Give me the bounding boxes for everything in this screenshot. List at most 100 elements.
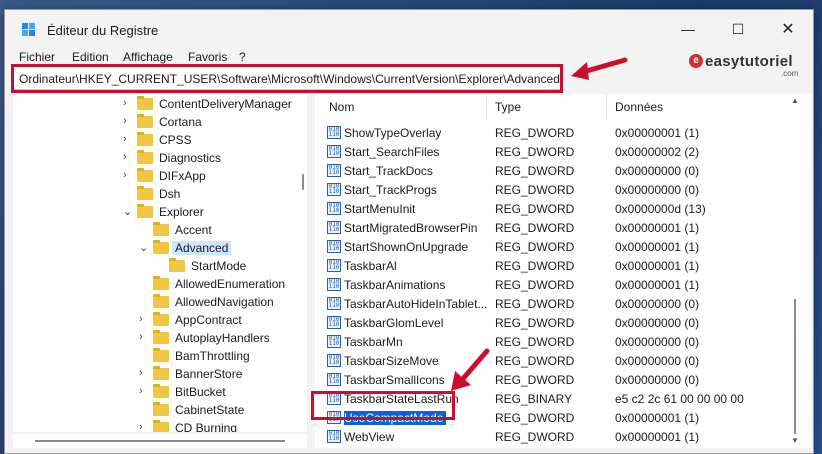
key-tree-pane[interactable]: › ContentDeliveryManager › Cortana › CPSS › Dia… — [13, 94, 307, 432]
regedit-app-icon — [22, 23, 36, 37]
reg-binary-icon: 010 110 — [327, 240, 341, 253]
logo-mark: e — [689, 54, 703, 68]
tree-item[interactable]: › ContentDeliveryManager — [13, 95, 307, 113]
tree-item[interactable]: AllowedNavigation — [13, 293, 307, 311]
menu-favoris[interactable]: Favoris — [188, 50, 227, 64]
chevron-down-icon[interactable]: ⌄ — [139, 241, 148, 254]
value-data: 0x00000001 (1) — [615, 240, 700, 254]
folder-icon — [153, 240, 169, 254]
value-row[interactable]: 010 110 StartMenuInit REG_DWORD 0x0000000d (… — [315, 199, 795, 218]
chevron-right-icon[interactable]: › — [139, 331, 143, 343]
value-row[interactable]: 010 110 TaskbarSizeMove REG_DWORD 0x00000000… — [315, 351, 795, 370]
tree-item[interactable]: › CPSS — [13, 131, 307, 149]
chevron-down-icon[interactable]: ⌄ — [123, 205, 132, 218]
tree-item[interactable]: › CD Burning — [13, 419, 307, 432]
tree-item[interactable]: › AutoplayHandlers — [13, 329, 307, 347]
value-row[interactable]: 010 110 WebView REG_DWORD 0x00000001 (1) — [315, 427, 795, 446]
tree-item-label: Accent — [175, 223, 212, 237]
value-row[interactable]: 010 110 StartMigratedBrowserPin REG_DWORD 0x… — [315, 218, 795, 237]
tree-item[interactable]: ⌄ Explorer — [13, 203, 307, 221]
value-data: 0x0000000d (13) — [615, 202, 706, 216]
tree-item-label: AllowedNavigation — [175, 295, 274, 309]
tree-item-label: StartMode — [191, 259, 247, 273]
value-type: REG_DWORD — [495, 430, 575, 444]
reg-binary-icon: 010 110 — [327, 202, 341, 215]
minimize-button[interactable]: — — [665, 10, 711, 48]
value-row[interactable]: 010 110 ShowTypeOverlay REG_DWORD 0x00000001… — [315, 123, 795, 142]
value-name-text: TaskbarMn — [344, 335, 403, 349]
value-row[interactable]: 010 110 TaskbarGlomLevel REG_DWORD 0x0000000… — [315, 313, 795, 332]
value-arrow-icon — [451, 348, 490, 391]
registry-editor-window: Éditeur du Registre — ☐ ✕ Fichier Editio… — [4, 9, 814, 454]
reg-binary-icon: 010 110 — [327, 373, 341, 386]
value-row[interactable]: 010 110 TaskbarMn REG_DWORD 0x00000000 (0) — [315, 332, 795, 351]
value-row[interactable]: 010 110 Start_SearchFiles REG_DWORD 0x000000… — [315, 142, 795, 161]
tree-item[interactable]: Accent — [13, 221, 307, 239]
tree-item[interactable]: CabinetState — [13, 401, 307, 419]
folder-icon — [137, 204, 153, 218]
tree-item-label: BamThrottling — [175, 349, 250, 363]
value-row[interactable]: 010 110 TaskbarAutoHideInTablet... REG_DWOR… — [315, 294, 795, 313]
column-header-name[interactable]: Nom — [315, 94, 487, 118]
column-header-type[interactable]: Type — [487, 94, 607, 118]
value-row[interactable]: 010 110 TaskbarAnimations REG_DWORD 0x000000… — [315, 275, 795, 294]
tree-item[interactable]: › Diagnostics — [13, 149, 307, 167]
values-vertical-scrollbar[interactable]: ▲ ▼ — [789, 94, 801, 448]
tree-item[interactable]: › BannerStore — [13, 365, 307, 383]
menu-edition[interactable]: Edition — [72, 50, 109, 64]
folder-icon — [169, 258, 185, 272]
value-row[interactable]: 010 110 Start_TrackDocs REG_DWORD 0x00000000… — [315, 161, 795, 180]
tree-item[interactable]: › Cortana — [13, 113, 307, 131]
tree-item-label: DIFxApp — [159, 169, 206, 183]
chevron-right-icon[interactable]: › — [139, 421, 143, 432]
tree-item[interactable]: ⌄ Advanced — [13, 239, 307, 257]
chevron-right-icon[interactable]: › — [123, 133, 127, 145]
value-name-text: TaskbarGlomLevel — [344, 316, 444, 330]
tree-item[interactable]: › BitBucket — [13, 383, 307, 401]
logo-domain: .com — [781, 69, 799, 78]
value-type: REG_DWORD — [495, 278, 575, 292]
tree-horizontal-scrollbar[interactable] — [13, 434, 307, 448]
tree-item[interactable]: Dsh — [13, 185, 307, 203]
tree-item[interactable]: AllowedEnumeration — [13, 275, 307, 293]
chevron-right-icon[interactable]: › — [139, 385, 143, 397]
menu-fichier[interactable]: Fichier — [19, 50, 55, 64]
tree-item-label: Dsh — [159, 187, 181, 201]
menu-help[interactable]: ? — [239, 50, 246, 64]
folder-icon — [153, 366, 169, 380]
value-data: 0x00000001 (1) — [615, 126, 700, 140]
chevron-right-icon[interactable]: › — [139, 367, 143, 379]
tree-item[interactable]: › DIFxApp — [13, 167, 307, 185]
folder-icon — [153, 420, 169, 432]
value-type: REG_DWORD — [495, 335, 575, 349]
maximize-button[interactable]: ☐ — [715, 10, 761, 48]
chevron-right-icon[interactable]: › — [123, 97, 127, 109]
scroll-down-icon[interactable]: ▼ — [791, 436, 799, 445]
value-row[interactable]: 010 110 TaskbarSmallIcons REG_DWORD 0x000000… — [315, 370, 795, 389]
chevron-right-icon[interactable]: › — [123, 151, 127, 163]
folder-icon — [153, 330, 169, 344]
scroll-up-icon[interactable]: ▲ — [791, 96, 799, 105]
column-header-data[interactable]: Données — [607, 94, 797, 118]
chevron-right-icon[interactable]: › — [139, 313, 143, 325]
tree-item[interactable]: StartMode — [13, 257, 307, 275]
reg-binary-icon: 010 110 — [327, 297, 341, 310]
chevron-right-icon[interactable]: › — [123, 115, 127, 127]
title-bar[interactable]: Éditeur du Registre — ☐ ✕ — [5, 10, 813, 48]
value-name-text: StartMigratedBrowserPin — [344, 221, 478, 235]
chevron-right-icon[interactable]: › — [123, 169, 127, 181]
tree-item[interactable]: BamThrottling — [13, 347, 307, 365]
reg-binary-icon: 010 110 — [327, 164, 341, 177]
value-row[interactable]: 010 110 TaskbarAl REG_DWORD 0x00000001 (1) — [315, 256, 795, 275]
menu-affichage[interactable]: Affichage — [123, 50, 173, 64]
folder-icon — [153, 276, 169, 290]
tree-item[interactable]: › AppContract — [13, 311, 307, 329]
folder-icon — [153, 222, 169, 236]
value-type: REG_DWORD — [495, 221, 575, 235]
tree-vertical-scrollbar[interactable] — [299, 94, 307, 432]
value-row[interactable]: 010 110 Start_TrackProgs REG_DWORD 0x0000000… — [315, 180, 795, 199]
reg-binary-icon: 010 110 — [327, 145, 341, 158]
close-button[interactable]: ✕ — [765, 10, 811, 48]
reg-binary-icon: 010 110 — [327, 183, 341, 196]
value-row[interactable]: 010 110 StartShownOnUpgrade REG_DWORD 0x0000… — [315, 237, 795, 256]
